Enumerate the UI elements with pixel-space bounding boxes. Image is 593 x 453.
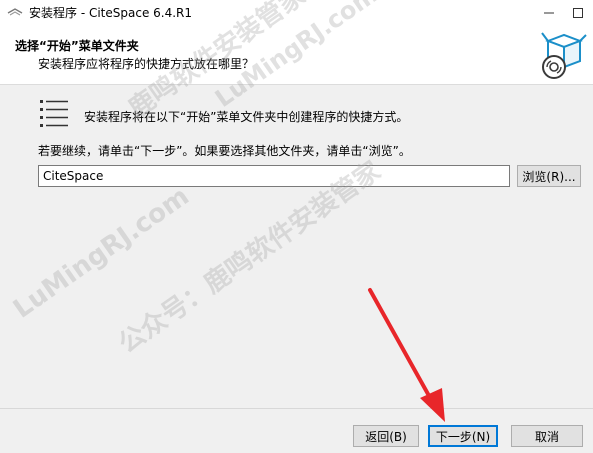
maximize-icon[interactable]: [563, 0, 593, 25]
title-bar: 安装程序 - CiteSpace 6.4.R1: [0, 0, 593, 25]
wizard-header: 选择“开始”菜单文件夹 安装程序应将程序的快捷方式放在哪里？: [0, 25, 593, 85]
next-button[interactable]: 下一步(N): [428, 425, 498, 447]
back-button[interactable]: 返回(B): [353, 425, 419, 447]
footer-separator: [0, 408, 593, 409]
start-menu-folder-input[interactable]: [38, 165, 510, 187]
window-title: 安装程序 - CiteSpace 6.4.R1: [29, 6, 193, 20]
minimize-icon[interactable]: [534, 0, 564, 25]
cancel-button[interactable]: 取消: [511, 425, 583, 447]
installer-icon: [7, 5, 23, 21]
shortcut-description: 安装程序将在以下“开始”菜单文件夹中创建程序的快捷方式。: [84, 110, 409, 124]
continue-instructions: 若要继续，请单击“下一步”。如果要选择其他文件夹，请单击“浏览”。: [38, 144, 411, 158]
page-subtitle: 安装程序应将程序的快捷方式放在哪里？: [38, 57, 255, 71]
browse-button[interactable]: 浏览(R)...: [517, 165, 581, 187]
wizard-body: 安装程序将在以下“开始”菜单文件夹中创建程序的快捷方式。 若要继续，请单击“下一…: [0, 86, 593, 408]
software-box-cd-icon: [534, 27, 588, 81]
list-icon: [40, 98, 68, 130]
page-title: 选择“开始”菜单文件夹: [15, 39, 139, 53]
